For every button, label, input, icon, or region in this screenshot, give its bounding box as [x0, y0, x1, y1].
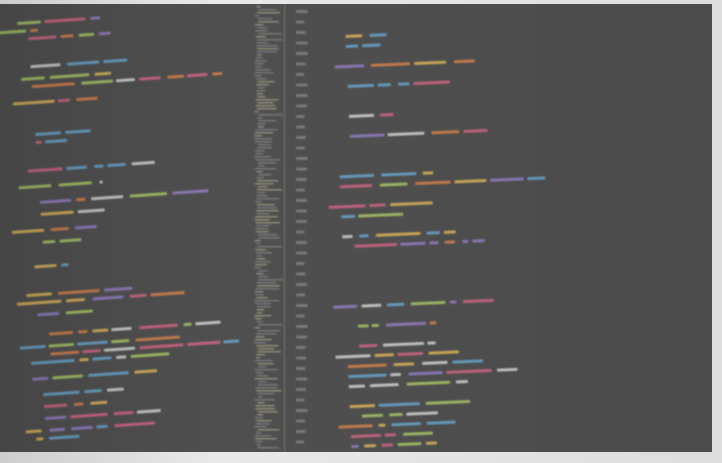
vignette	[0, 0, 722, 463]
code-screen-photo	[0, 0, 722, 463]
code-screen-illustration	[0, 0, 722, 463]
